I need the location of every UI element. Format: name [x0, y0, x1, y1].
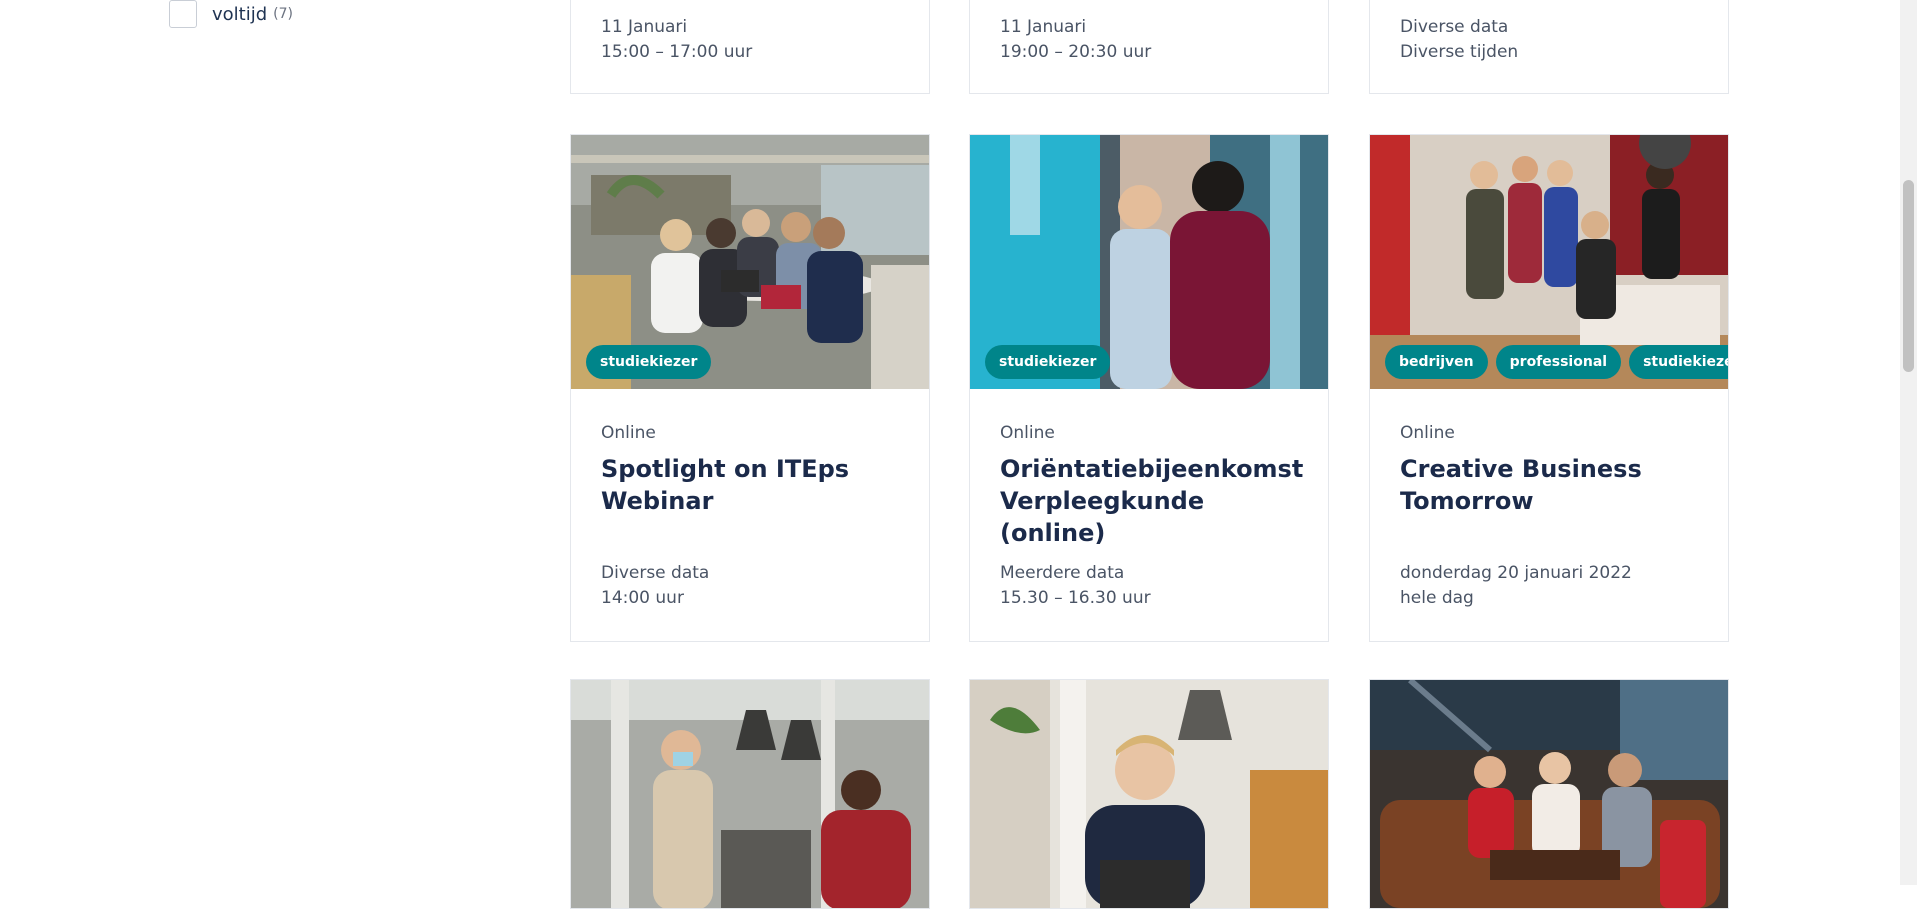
event-time: 19:00 – 20:30 uur — [1000, 42, 1152, 62]
event-card-verpleegkunde[interactable]: studiekiezer Online Oriëntatiebijeenkoms… — [969, 134, 1329, 642]
event-card-spotlight[interactable]: studiekiezer Online Spotlight on ITEps W… — [570, 134, 930, 642]
tag-list: studiekiezer — [985, 345, 1111, 379]
event-date: Diverse data — [1400, 17, 1509, 37]
tag-list: studiekiezer — [586, 345, 712, 379]
event-time: 14:00 uur — [601, 588, 684, 608]
event-title[interactable]: Spotlight on ITEps Webinar — [601, 453, 899, 549]
tag-badge[interactable]: bedrijven — [1385, 345, 1488, 379]
event-image: studiekiezer — [970, 135, 1328, 389]
event-time: 15:00 – 17:00 uur — [601, 42, 753, 62]
event-card-bottom-2[interactable] — [969, 679, 1329, 909]
page-scrollbar[interactable] — [1900, 0, 1917, 885]
event-card-bottom-3[interactable] — [1369, 679, 1729, 909]
event-image: bedrijven professional studiekiezer — [1370, 135, 1728, 389]
filter-label: voltijd — [212, 3, 268, 25]
event-image: studiekiezer — [571, 135, 929, 389]
event-image — [1370, 680, 1728, 908]
event-date: donderdag 20 januari 2022 — [1400, 563, 1632, 583]
event-time: hele dag — [1400, 588, 1474, 608]
tag-badge[interactable]: professional — [1495, 345, 1622, 379]
scrollbar-thumb[interactable] — [1903, 180, 1914, 372]
student-laptop-photo — [970, 680, 1328, 908]
students-hallway-photo — [571, 680, 929, 908]
event-date: Meerdere data — [1000, 563, 1125, 583]
event-type: Online — [601, 423, 656, 443]
event-time: Diverse tijden — [1400, 42, 1519, 62]
event-date: 11 Januari — [1000, 17, 1087, 37]
event-image — [571, 680, 929, 908]
tag-badge[interactable]: studiekiezer — [586, 345, 712, 379]
event-card-top-2[interactable]: 11 Januari 19:00 – 20:30 uur — [969, 0, 1329, 94]
students-sofa-photo — [1370, 680, 1728, 908]
filter-count: (7) — [273, 6, 293, 22]
event-time: 15.30 – 16.30 uur — [1000, 588, 1151, 608]
voltijd-checkbox[interactable] — [169, 0, 197, 28]
event-type: Online — [1400, 423, 1455, 443]
event-card-top-1[interactable]: 11 Januari 15:00 – 17:00 uur — [570, 0, 930, 94]
event-title[interactable]: Oriëntatiebijeenkomst Verpleegkunde (onl… — [1000, 453, 1303, 549]
event-title[interactable]: Creative Business Tomorrow — [1400, 453, 1698, 549]
event-card-bottom-1[interactable] — [570, 679, 930, 909]
event-type: Online — [1000, 423, 1055, 443]
event-image — [970, 680, 1328, 908]
event-date: Diverse data — [601, 563, 710, 583]
event-card-top-3[interactable]: Diverse data Diverse tijden — [1369, 0, 1729, 94]
tag-list: bedrijven professional studiekiezer — [1385, 345, 1728, 379]
filter-option-voltijd[interactable]: voltijd (7) — [169, 0, 293, 28]
event-date: 11 Januari — [601, 17, 688, 37]
tag-badge[interactable]: studiekiezer — [985, 345, 1111, 379]
event-card-creative-business[interactable]: bedrijven professional studiekiezer Onli… — [1369, 134, 1729, 642]
tag-badge[interactable]: studiekiezer — [1629, 345, 1728, 379]
